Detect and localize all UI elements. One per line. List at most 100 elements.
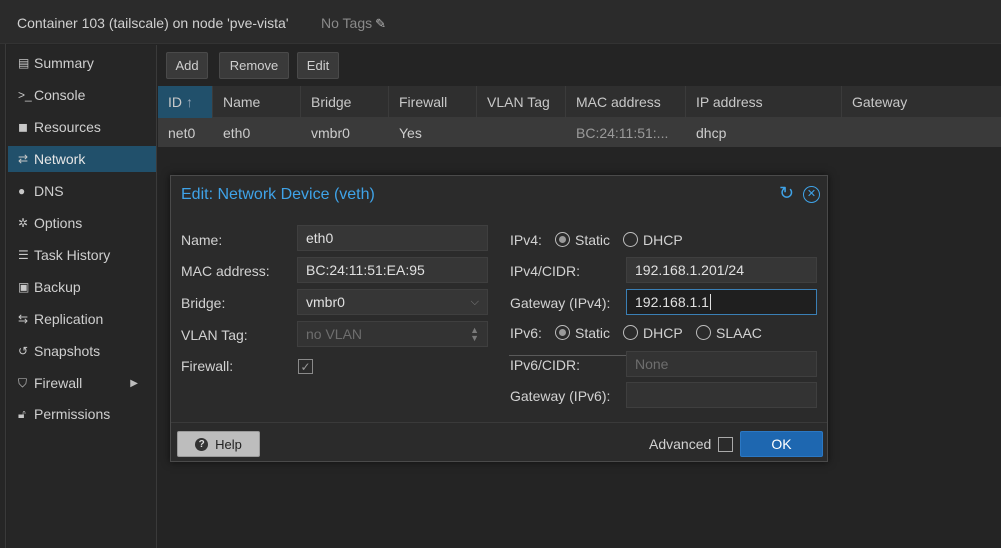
sidebar-item-label: Console — [34, 87, 86, 103]
gateway-ipv4-field[interactable]: 192.168.1.1 — [626, 289, 817, 315]
sidebar-item-permissions[interactable]: 🔓︎ Permissions — [8, 401, 156, 427]
sidebar-item-network[interactable]: ⇄ Network — [8, 146, 156, 172]
app-root: Container 103 (tailscale) on node 'pve-v… — [0, 0, 1001, 548]
tags-editor[interactable]: No Tags ✎ — [321, 15, 386, 32]
ipv6-static-radio[interactable] — [555, 325, 570, 340]
gear-icon: ✲ — [18, 216, 29, 230]
question-circle-icon: ? — [195, 437, 209, 451]
sidebar-item-snapshots[interactable]: ↺ Snapshots — [8, 338, 156, 364]
ipv4-cidr-field[interactable]: 192.168.1.201/24 — [626, 257, 817, 283]
mac-address-field[interactable]: BC:24:11:51:EA:95 — [297, 257, 488, 283]
sidebar-item-summary[interactable]: ▤ Summary — [8, 50, 156, 76]
column-header-vlan-tag[interactable]: VLAN Tag — [477, 86, 566, 118]
advanced-label: Advanced — [649, 436, 712, 452]
ipv6-cidr-field[interactable]: None — [626, 351, 817, 377]
cell-id: net0 — [168, 124, 196, 141]
shield-icon: ⛉ — [18, 375, 28, 390]
list-icon: ☰ — [18, 248, 29, 262]
ipv6-static-label: Static — [575, 325, 611, 341]
firewall-label: Firewall: — [181, 358, 234, 374]
firewall-checkbox[interactable]: ✓ — [298, 359, 313, 374]
cell-bridge: vmbr0 — [311, 124, 350, 141]
sidebar-item-dns[interactable]: ● DNS — [8, 178, 156, 204]
table-row[interactable]: net0 eth0 vmbr0 Yes BC:24:11:51:... dhcp — [158, 118, 1001, 147]
exchange-icon: ⇄ — [18, 152, 29, 166]
remove-button[interactable]: Remove — [219, 52, 289, 79]
dialog-title-bar[interactable]: Edit: Network Device (veth) ↻ ✕ — [171, 176, 827, 214]
ipv6-slaac-radio[interactable] — [696, 325, 711, 340]
close-icon[interactable]: ✕ — [803, 186, 820, 203]
ok-button[interactable]: OK — [740, 431, 823, 457]
cell-firewall: Yes — [399, 124, 422, 141]
book-icon: ▤ — [18, 56, 30, 70]
column-header-id[interactable]: ID ↑ — [158, 86, 213, 118]
floppy-icon: ▣ — [18, 280, 30, 294]
column-header-mac-address[interactable]: MAC address — [566, 86, 686, 118]
ipv6-label: IPv6: — [510, 325, 542, 341]
help-button[interactable]: ? Help — [177, 431, 260, 457]
edit-button[interactable]: Edit — [297, 52, 339, 79]
column-header-gateway[interactable]: Gateway — [842, 86, 1001, 118]
ipv4-dhcp-radio[interactable] — [623, 232, 638, 247]
name-field[interactable]: eth0 — [297, 225, 488, 251]
cell-mac-address: BC:24:11:51:... — [576, 124, 669, 141]
toolbar: Add Remove Edit — [158, 45, 1001, 85]
sidebar-item-label: Task History — [34, 247, 111, 263]
column-header-ip-address[interactable]: IP address — [686, 86, 842, 118]
sidebar-item-label: Backup — [34, 279, 81, 295]
sidebar-item-replication[interactable]: ⇆ Replication — [8, 306, 156, 332]
text-cursor — [709, 294, 711, 310]
cell-name: eth0 — [223, 124, 251, 141]
expand-arrow-icon[interactable]: ▶ — [130, 378, 138, 389]
dialog-title: Edit: Network Device (veth) — [181, 186, 375, 203]
column-header-name[interactable]: Name — [213, 86, 301, 118]
edit-network-device-dialog: Edit: Network Device (veth) ↻ ✕ Name: et… — [170, 175, 828, 462]
column-header-bridge[interactable]: Bridge — [301, 86, 389, 118]
cell-gateway — [842, 118, 1001, 147]
gateway-ipv6-label: Gateway (IPv6): — [510, 388, 611, 404]
resource-tree-edge — [0, 44, 6, 548]
bridge-select[interactable]: vmbr0 ⌵ — [297, 289, 488, 315]
globe-icon: ● — [18, 184, 26, 198]
add-button[interactable]: Add — [166, 52, 208, 79]
column-header-firewall[interactable]: Firewall — [389, 86, 477, 118]
check-icon: ✓ — [300, 359, 311, 374]
sidebar-item-label: Firewall — [34, 375, 83, 391]
sidebar-item-backup[interactable]: ▣ Backup — [8, 274, 156, 300]
sidebar-item-label: Resources — [34, 119, 101, 135]
vlan-tag-stepper[interactable]: no VLAN ▲ ▼ — [297, 321, 488, 347]
ipv4-static-radio[interactable] — [555, 232, 570, 247]
ipv6-slaac-label: SLAAC — [716, 325, 762, 341]
cell-ip-address: dhcp — [696, 124, 727, 141]
retweet-icon: ⇆ — [18, 312, 29, 326]
sidebar-item-label: Snapshots — [34, 343, 101, 359]
sidebar-item-resources[interactable]: ◼ Resources — [8, 114, 156, 140]
cell-vlan-tag — [477, 118, 566, 147]
dialog-body: Name: eth0 MAC address: BC:24:11:51:EA:9… — [171, 214, 827, 422]
sidebar-item-firewall[interactable]: ⛉ Firewall ▶ — [8, 370, 156, 396]
sidebar: ▤ Summary >_ Console ◼ Resources ⇄ Network ●… — [7, 45, 157, 548]
sidebar-item-label: Replication — [34, 311, 104, 327]
dialog-footer: ? Help Advanced OK — [171, 422, 827, 461]
cube-icon: ◼ — [18, 120, 28, 134]
gateway-ipv6-field[interactable] — [626, 382, 817, 408]
ipv6-dhcp-radio[interactable] — [623, 325, 638, 340]
pencil-icon[interactable]: ✎ — [375, 16, 386, 31]
gateway-ipv4-label: Gateway (IPv4): — [510, 295, 611, 311]
bridge-label: Bridge: — [181, 295, 226, 311]
sidebar-item-task-history[interactable]: ☰ Task History — [8, 242, 156, 268]
sidebar-item-label: DNS — [34, 183, 64, 199]
sidebar-item-console[interactable]: >_ Console — [8, 82, 156, 108]
spinner-icon[interactable]: ▲ ▼ — [470, 326, 479, 343]
history-icon: ↺ — [18, 344, 29, 358]
ipv6-dhcp-label: DHCP — [643, 325, 683, 341]
ipv4-cidr-label: IPv4/CIDR: — [510, 263, 581, 279]
unlock-icon: 🔓︎ — [18, 406, 26, 421]
advanced-checkbox[interactable] — [718, 437, 733, 452]
terminal-icon: >_ — [18, 88, 32, 102]
reset-icon[interactable]: ↻ — [779, 183, 794, 204]
sidebar-item-options[interactable]: ✲ Options — [8, 210, 156, 236]
vlan-tag-label: VLAN Tag: — [181, 327, 248, 343]
ipv4-dhcp-label: DHCP — [643, 232, 683, 248]
ipv6-cidr-label: IPv6/CIDR: — [510, 357, 581, 373]
